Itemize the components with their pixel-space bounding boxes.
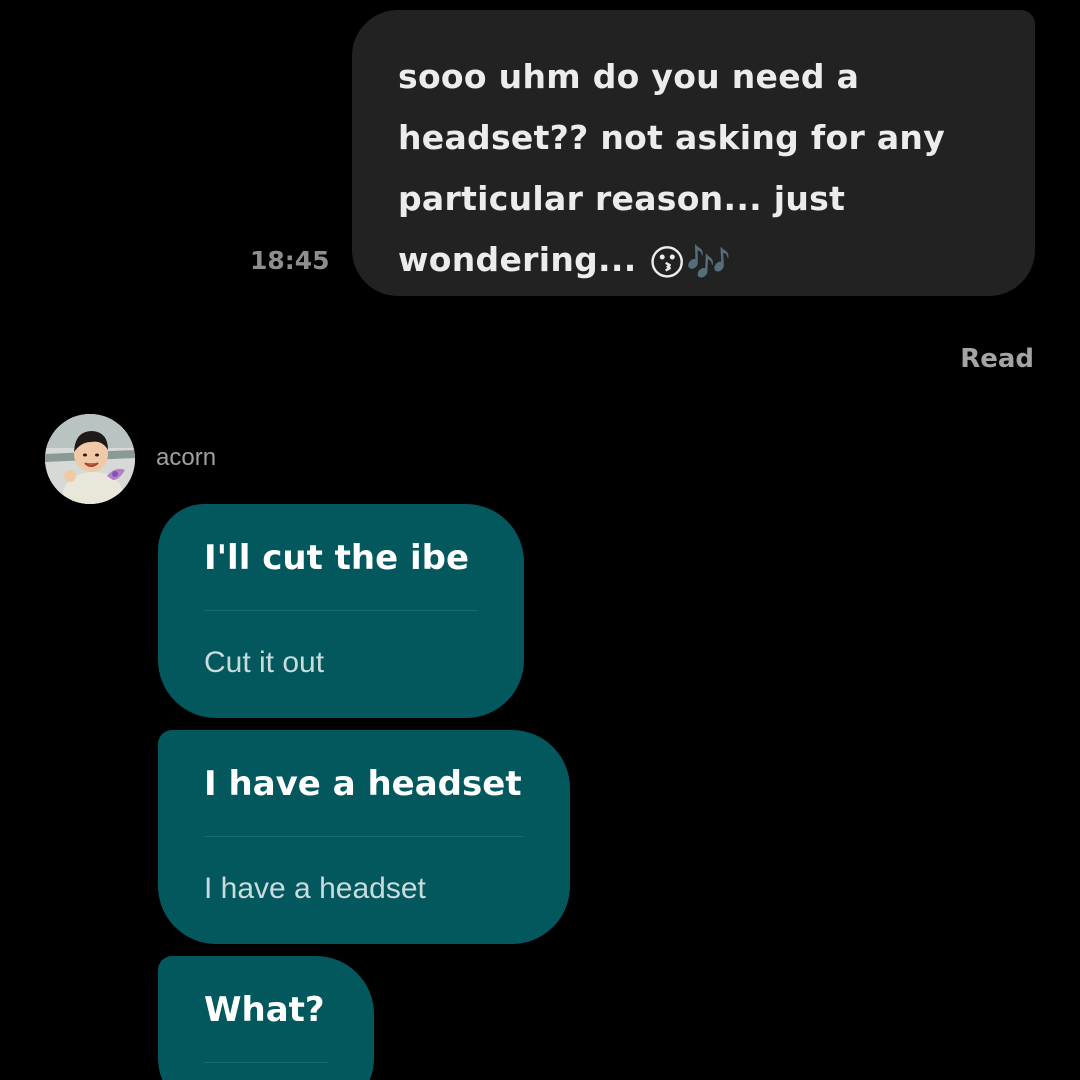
outgoing-line: wondering... xyxy=(398,240,637,279)
incoming-message-translation xyxy=(204,1063,328,1080)
incoming-message-text: I'll cut the ibe xyxy=(204,538,470,578)
incoming-message-translation: Cut it out xyxy=(204,646,325,679)
incoming-message-bubble[interactable]: What? xyxy=(158,956,374,1080)
read-receipt: Read xyxy=(960,344,1034,374)
incoming-message-translation: I have a headset xyxy=(204,872,426,905)
avatar-photo-icon xyxy=(45,414,135,504)
outgoing-line: headset?? not asking for any xyxy=(398,118,946,157)
outgoing-message-bubble[interactable]: sooo uhm do you need a headset?? not ask… xyxy=(352,10,1035,296)
sender-name: acorn xyxy=(156,444,217,471)
incoming-message-bubble[interactable]: I have a headset I have a headset xyxy=(158,730,570,944)
music-notes-emoji-icon: 🎶 xyxy=(686,243,732,284)
outgoing-line: sooo uhm do you need a xyxy=(398,57,860,96)
outgoing-line-last: wondering... 😗🎶 xyxy=(398,229,995,290)
incoming-message-text: I have a headset xyxy=(204,764,522,804)
sender-avatar[interactable] xyxy=(45,414,135,504)
kissing-face-emoji-icon: 😗 xyxy=(648,243,687,284)
message-timestamp: 18:45 xyxy=(250,246,330,275)
outgoing-line: particular reason... just xyxy=(398,179,846,218)
outgoing-message-text: sooo uhm do you need a headset?? not ask… xyxy=(398,46,995,290)
chat-screen: sooo uhm do you need a headset?? not ask… xyxy=(0,0,1080,1080)
incoming-message-text: What? xyxy=(204,990,325,1030)
incoming-message-bubble[interactable]: I'll cut the ibe Cut it out xyxy=(158,504,524,718)
